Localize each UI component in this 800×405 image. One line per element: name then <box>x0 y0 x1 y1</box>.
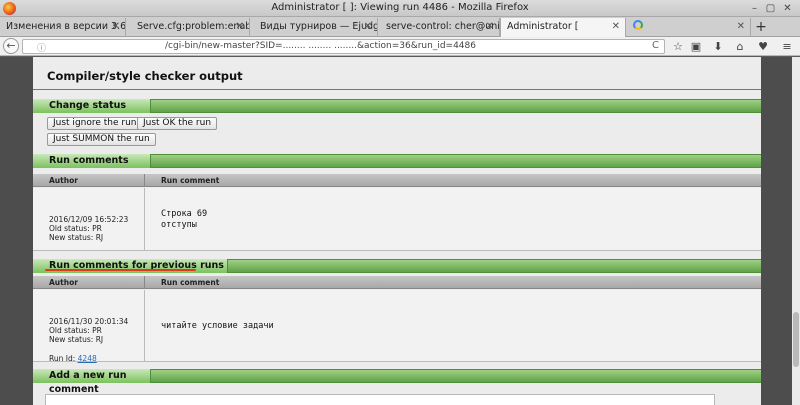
tab-close-icon[interactable]: ✕ <box>737 18 745 36</box>
previous-comments-header: Author Run comment <box>33 276 761 289</box>
url-bar[interactable]: ⓘ /cgi-bin/new-master?SID=........ .....… <box>22 39 665 54</box>
comment-column-header: Run comment <box>161 278 220 287</box>
maximize-button[interactable]: ▢ <box>764 2 777 15</box>
navigation-bar: ← ⓘ /cgi-bin/new-master?SID=........ ...… <box>0 37 800 56</box>
comment-meta: 2016/11/30 20:01:34 Old status: PR New s… <box>49 317 128 363</box>
tab-tournaments[interactable]: Виды турниров — Ejudg... ✕ <box>254 18 378 37</box>
scrollbar-thumb[interactable] <box>793 312 799 367</box>
just-ok-button[interactable]: Just OK the run <box>137 117 218 130</box>
new-comment-textarea[interactable] <box>45 394 715 405</box>
tab-label: Serve.cfg:problem:enabl... <box>137 21 250 32</box>
tab-google[interactable]: ✕ <box>627 18 751 37</box>
tab-changes[interactable]: Изменения в версии 3.6... ✕ <box>0 18 126 37</box>
just-summon-button[interactable]: Just SUMMON the run <box>47 133 156 146</box>
tab-close-icon[interactable]: ✕ <box>236 18 244 36</box>
comment-meta: 2016/12/09 16:52:23 Old status: PR New s… <box>49 215 128 242</box>
info-icon[interactable]: ⓘ <box>37 41 46 54</box>
content-panel: Compiler/style checker output Change sta… <box>33 57 761 405</box>
change-status-bar: Change status <box>33 99 761 113</box>
comment-date: 2016/12/09 16:52:23 <box>49 215 129 224</box>
column-separator <box>144 290 145 361</box>
minimize-button[interactable]: – <box>748 2 761 15</box>
run-id-label: Run Id: <box>49 354 76 363</box>
url-text[interactable]: /cgi-bin/new-master?SID=........ .......… <box>165 41 476 51</box>
tab-close-icon[interactable]: ✕ <box>612 18 620 36</box>
new-status: New status: RJ <box>49 233 104 242</box>
tab-label: Изменения в версии 3.6... <box>6 21 126 32</box>
tab-administrator[interactable]: Administrator [ ✕ <box>500 18 626 37</box>
column-separator <box>144 188 145 250</box>
reload-icon[interactable]: C <box>652 40 659 51</box>
compiler-output-heading: Compiler/style checker output <box>47 69 243 83</box>
download-icon[interactable]: ⬇ <box>711 40 725 54</box>
tab-close-icon[interactable]: ✕ <box>486 18 494 36</box>
tab-label: Виды турниров — Ejudg... <box>260 21 378 32</box>
tab-close-icon[interactable]: ✕ <box>112 18 120 36</box>
comment-text: Строка 69 отступы <box>161 209 208 230</box>
new-tab-button[interactable]: + <box>753 17 769 37</box>
close-window-button[interactable]: ✕ <box>781 2 794 15</box>
run-id-link[interactable]: 4248 <box>78 354 97 363</box>
divider <box>33 89 761 90</box>
tab-label: Administrator [ <box>507 21 579 32</box>
tab-serve-control[interactable]: serve-control: cher@unic... ✕ <box>380 18 500 37</box>
bookmark-star-icon[interactable]: ☆ <box>671 40 685 54</box>
column-separator <box>144 174 145 187</box>
tab-close-icon[interactable]: ✕ <box>364 18 372 36</box>
window-title: Administrator [ ]: Viewing run 4486 - Mo… <box>271 2 529 13</box>
google-icon <box>633 20 643 30</box>
author-column-header: Author <box>49 278 78 287</box>
window-titlebar: Administrator [ ]: Viewing run 4486 - Mo… <box>0 0 800 17</box>
run-comments-header: Author Run comment <box>33 174 761 187</box>
tab-strip: Изменения в версии 3.6... ✕ Serve.cfg:pr… <box>0 17 800 37</box>
new-status: New status: RJ <box>49 335 104 344</box>
author-column-header: Author <box>49 176 78 185</box>
column-separator <box>144 276 145 289</box>
comment-date: 2016/11/30 20:01:34 <box>49 317 129 326</box>
tab-serve-cfg[interactable]: Serve.cfg:problem:enabl... ✕ <box>131 18 250 37</box>
red-underline-mark <box>45 269 196 271</box>
table-row: 2016/11/30 20:01:34 Old status: PR New s… <box>33 290 761 363</box>
home-icon[interactable]: ⌂ <box>733 40 747 54</box>
old-status: Old status: PR <box>49 326 102 335</box>
comment-column-header: Run comment <box>161 176 220 185</box>
back-button[interactable]: ← <box>3 38 19 54</box>
old-status: Old status: PR <box>49 224 102 233</box>
run-comments-label: Run comments <box>33 154 151 168</box>
comment-text: читайте условие задачи <box>161 321 274 331</box>
run-id-line: Run Id: 4248 <box>49 354 128 363</box>
change-status-label: Change status <box>33 99 151 113</box>
reading-list-icon[interactable]: ▣ <box>689 40 703 54</box>
page-scrollbar[interactable] <box>792 57 800 405</box>
add-comment-label: Add a new run comment <box>33 369 151 395</box>
table-row: 2016/12/09 16:52:23 Old status: PR New s… <box>33 188 761 251</box>
menu-icon[interactable]: ≡ <box>780 40 794 54</box>
pocket-icon[interactable]: ♥ <box>756 40 770 54</box>
just-ignore-button[interactable]: Just ignore the run <box>47 117 143 130</box>
add-comment-bar: Add a new run comment <box>33 369 761 395</box>
page-viewport: Compiler/style checker output Change sta… <box>0 57 792 405</box>
run-comments-bar: Run comments <box>33 154 761 168</box>
tab-label: serve-control: cher@unic... <box>386 21 500 32</box>
